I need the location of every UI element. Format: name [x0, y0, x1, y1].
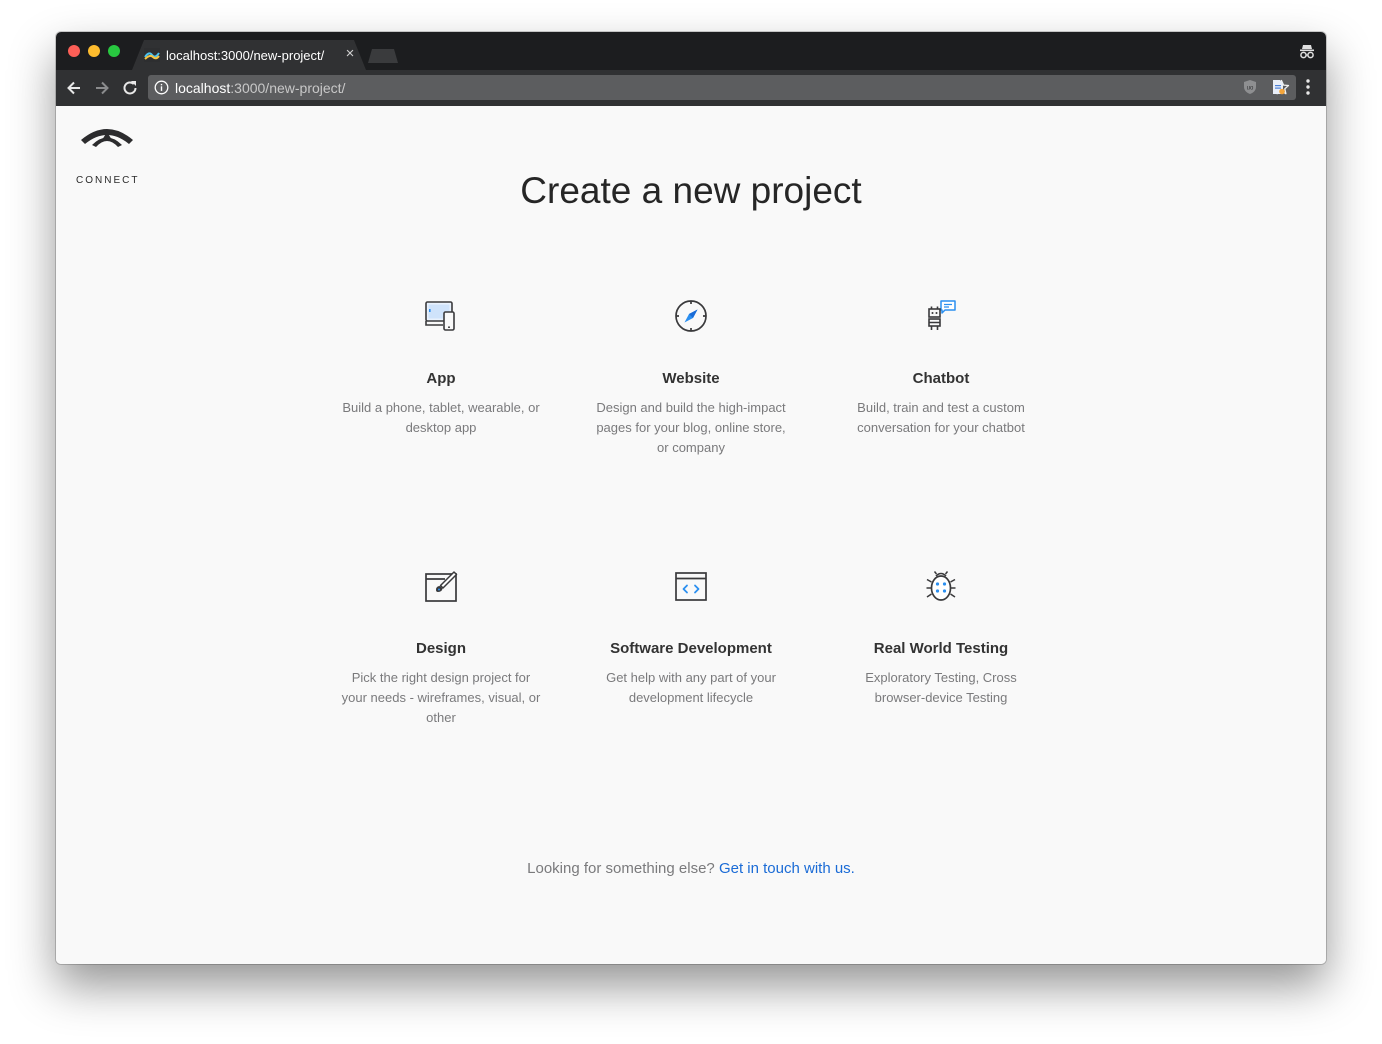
card-title: Chatbot	[912, 370, 970, 387]
contact-link[interactable]: Get in touch with us.	[719, 860, 855, 877]
document-extension-icon[interactable]	[1270, 79, 1286, 95]
code-window-icon	[675, 572, 707, 601]
project-card-real-world-testing[interactable]: Real World Testing Exploratory Testing, …	[841, 568, 1041, 708]
url-path: :3000/new-project/	[230, 80, 346, 96]
project-card-website[interactable]: Website Design and build the high-impact…	[591, 298, 791, 458]
footer-contact: Looking for something else? Get in touch…	[56, 860, 1326, 877]
new-tab-button[interactable]	[368, 49, 398, 63]
svg-text:uo: uo	[1247, 86, 1254, 92]
back-arrow-icon[interactable]	[64, 78, 84, 98]
connect-logo-icon	[81, 129, 133, 147]
chatbot-icon	[928, 300, 956, 330]
browser-toolbar: localhost:3000/new-project/	[56, 70, 1326, 106]
project-card-software-development[interactable]: Software Development Get help with any p…	[591, 568, 791, 708]
bug-icon	[926, 571, 956, 601]
card-description: Pick the right design project for your n…	[341, 670, 541, 725]
card-title: Software Development	[610, 640, 772, 657]
reload-icon[interactable]	[120, 78, 140, 98]
maximize-window-button[interactable]	[108, 45, 120, 57]
browser-window: localhost:3000/new-project/ × localhost:…	[56, 32, 1326, 964]
incognito-icon	[1300, 45, 1314, 59]
card-description: Build, train and test a custom conversat…	[857, 400, 1025, 435]
page-title: Create a new project	[520, 170, 862, 211]
project-card-app[interactable]: App Build a phone, tablet, wearable, or …	[341, 298, 541, 438]
tab-title: localhost:3000/new-project/	[166, 48, 325, 63]
minimize-window-button[interactable]	[88, 45, 100, 57]
address-bar[interactable]: localhost:3000/new-project/	[148, 75, 1296, 100]
tab-strip: localhost:3000/new-project/ ×	[56, 32, 1326, 70]
connect-logo[interactable]: CONNECT	[76, 126, 138, 186]
more-menu-icon[interactable]	[1300, 77, 1316, 97]
info-icon[interactable]	[154, 80, 169, 95]
url-text: localhost:3000/new-project/	[175, 80, 345, 96]
browser-tab[interactable]: localhost:3000/new-project/ ×	[132, 40, 366, 70]
card-title: Design	[415, 640, 466, 657]
card-title: Real World Testing	[873, 640, 1009, 657]
project-card-design[interactable]: Design Pick the right design project for…	[341, 568, 541, 728]
project-card-chatbot[interactable]: Chatbot Build, train and test a custom c…	[841, 298, 1041, 438]
page-content: CONNECT Create a new project App Build a…	[56, 106, 1326, 964]
card-description: Get help with any part of your developme…	[606, 670, 776, 705]
tab-close-icon[interactable]: ×	[342, 46, 358, 62]
shield-extension-icon[interactable]: uo	[1242, 79, 1258, 95]
compass-icon	[675, 300, 707, 332]
close-window-button[interactable]	[68, 45, 80, 57]
card-description: Design and build the high-impact pages f…	[596, 400, 786, 455]
card-title: App	[426, 370, 456, 387]
devices-icon	[425, 301, 455, 331]
forward-arrow-icon[interactable]	[92, 78, 112, 98]
url-host: localhost	[175, 80, 231, 96]
card-description: Build a phone, tablet, wearable, or desk…	[342, 400, 540, 435]
design-icon	[425, 571, 458, 602]
card-title: Website	[662, 370, 720, 387]
footer-prefix: Looking for something else?	[527, 860, 715, 877]
card-description: Exploratory Testing, Cross browser-devic…	[865, 670, 1017, 705]
favicon-icon	[144, 48, 160, 62]
